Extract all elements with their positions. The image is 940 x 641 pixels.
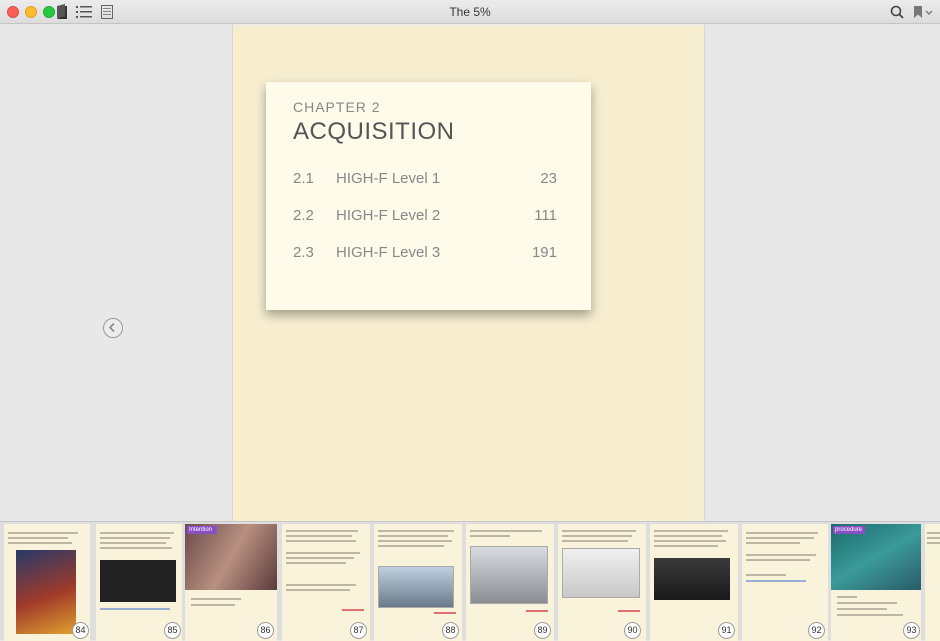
page-number: 92: [808, 622, 825, 639]
toc-entry[interactable]: 2.3 HIGH-F Level 3 191: [293, 244, 557, 264]
bookmark-icon[interactable]: [912, 4, 934, 20]
zoom-window-button[interactable]: [43, 6, 55, 18]
section-page: 111: [534, 207, 557, 224]
page-image: [378, 566, 454, 608]
page-view-icon[interactable]: [101, 4, 113, 20]
page-thumbnail[interactable]: Intention 86: [185, 524, 277, 641]
section-page: 191: [531, 244, 557, 261]
chapter-label: CHAPTER 2: [293, 99, 381, 115]
page-thumbnail[interactable]: procedure 93: [831, 524, 921, 641]
page-number: 86: [257, 622, 274, 639]
list-icon[interactable]: [76, 4, 92, 20]
page-thumbnail[interactable]: 87: [282, 524, 370, 641]
page-thumbnail[interactable]: 88: [374, 524, 462, 641]
minimize-window-button[interactable]: [25, 6, 37, 18]
section-number: 2.1: [293, 170, 314, 187]
page-thumbnail[interactable]: [925, 524, 940, 641]
page-image: [654, 558, 730, 600]
previous-page-button[interactable]: [103, 318, 123, 338]
page-badge: Intention: [187, 526, 217, 534]
page-thumbnail[interactable]: 84: [4, 524, 90, 641]
page-thumbnail-strip[interactable]: 84 85 Intention 86 87 88 89 90 91 92 pro…: [0, 521, 940, 641]
page-number: 90: [624, 622, 641, 639]
page-number: 84: [72, 622, 89, 639]
section-page: 23: [540, 170, 557, 187]
close-window-button[interactable]: [7, 6, 19, 18]
page-image: [100, 560, 176, 602]
left-margin: [0, 25, 232, 521]
title-bar: The 5%: [0, 0, 940, 24]
section-number: 2.2: [293, 207, 314, 224]
page-thumbnail[interactable]: 89: [466, 524, 554, 641]
window-title: The 5%: [449, 5, 491, 19]
chevron-left-icon: [108, 322, 115, 333]
section-title: HIGH-F Level 3: [336, 244, 441, 261]
section-number: 2.3: [293, 244, 314, 261]
search-icon[interactable]: [890, 4, 904, 20]
page-number: 91: [718, 622, 735, 639]
page-number: 87: [350, 622, 367, 639]
page-image: [16, 550, 76, 634]
page-thumbnail[interactable]: 85: [96, 524, 182, 641]
chapter-contents-card: CHAPTER 2 ACQUISITION 2.1 HIGH-F Level 1…: [266, 82, 591, 310]
page-image: [562, 548, 640, 598]
section-title: HIGH-F Level 1: [336, 170, 441, 187]
page-thumbnail[interactable]: 92: [742, 524, 828, 641]
section-title: HIGH-F Level 2: [336, 207, 441, 224]
page-number: 89: [534, 622, 551, 639]
book-page: CHAPTER 2 ACQUISITION 2.1 HIGH-F Level 1…: [232, 25, 705, 521]
page-badge: procedure: [833, 526, 865, 534]
page-number: 88: [442, 622, 459, 639]
chapter-title: ACQUISITION: [293, 118, 455, 145]
toc-entry[interactable]: 2.2 HIGH-F Level 2 111: [293, 207, 557, 227]
page-image: [470, 546, 548, 604]
page-thumbnail[interactable]: 91: [650, 524, 738, 641]
book-icon[interactable]: [56, 4, 68, 20]
toc-entry[interactable]: 2.1 HIGH-F Level 1 23: [293, 170, 557, 190]
page-number: 85: [164, 622, 181, 639]
right-margin: [705, 25, 940, 521]
page-number: 93: [903, 622, 920, 639]
page-thumbnail[interactable]: 90: [558, 524, 646, 641]
